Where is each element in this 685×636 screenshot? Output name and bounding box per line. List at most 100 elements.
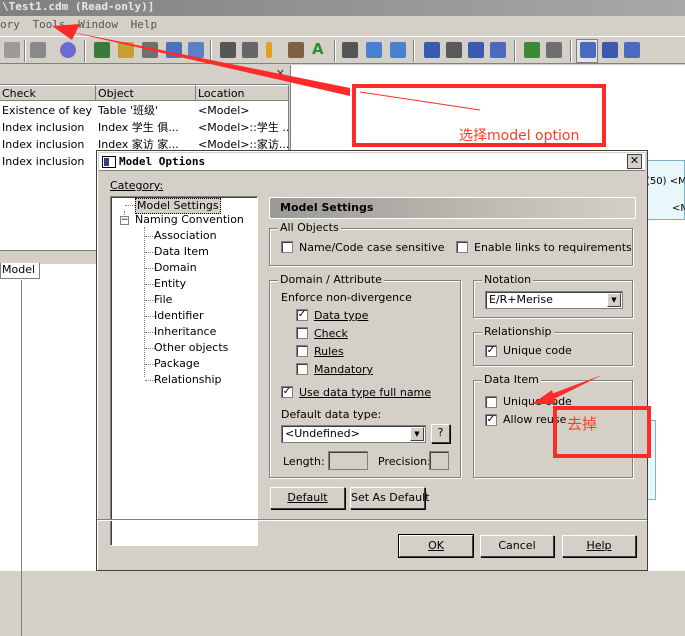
check-label: Check [314,327,348,340]
menu-tools[interactable]: Tools [33,18,66,31]
dialog-icon [102,156,116,168]
domain-attribute-label: Domain / Attribute [278,273,384,286]
detail-view-icon[interactable] [446,42,462,58]
relationship-unique-code-label: Unique code [503,344,572,357]
entity-attribute: <M [672,203,685,214]
chevron-down-icon[interactable]: ▼ [410,427,424,441]
tree-item-other-objects[interactable]: Other objects [154,341,228,355]
window-icon[interactable] [546,42,562,58]
rules-label: Rules [314,345,344,358]
length-input[interactable] [328,451,368,470]
dialog-title-bar[interactable]: Model Options ✕ [99,153,645,171]
tab-model[interactable]: Model [0,263,40,279]
link-icon[interactable] [288,42,304,58]
redo-icon[interactable] [4,42,20,58]
font-color-icon[interactable]: A [312,40,324,58]
default-button[interactable]: Default [270,487,345,509]
set-as-default-button[interactable]: Set As Default [350,487,430,509]
data-type-label: Data type [314,309,369,322]
print-icon[interactable] [142,42,158,58]
section-title: Model Settings [269,197,636,219]
enable-links-checkbox[interactable] [456,241,468,253]
edit-icon[interactable] [188,42,204,58]
chart-icon[interactable] [524,42,540,58]
tree-item-domain[interactable]: Domain [154,261,197,275]
dialog-title: Model Options [119,155,206,168]
tree-item-data-item[interactable]: Data Item [154,245,209,259]
relationship-unique-code-checkbox[interactable]: ✓ [485,345,497,357]
tree-item-naming-convention[interactable]: Naming Convention [135,213,244,227]
tree-item-relationship[interactable]: Relationship [154,373,222,387]
enforce-label: Enforce non-divergence [281,291,412,304]
toggle-result-icon[interactable] [624,42,640,58]
menu-help[interactable]: Help [131,18,158,31]
arrow-right-icon[interactable] [390,42,406,58]
data-type-checkbox[interactable]: ✓ [296,309,308,321]
default-type-select[interactable]: <Undefined> ▼ [281,425,426,443]
relationship-label: Relationship [482,325,554,338]
table-row[interactable]: Existence of key Table '班级' <Model> [0,102,289,119]
ok-button[interactable]: OK [398,534,474,558]
full-name-checkbox[interactable]: ✓ [281,386,293,398]
allow-reuse-checkbox[interactable]: ✓ [485,414,497,426]
help-type-button[interactable]: ? [431,424,450,443]
entity-attribute: (50) <M [646,176,685,187]
table-row[interactable]: Index inclusion Index 学生 俱... <Model>::学… [0,119,289,136]
tree-item-entity[interactable]: Entity [154,277,186,291]
menu-window[interactable]: Window [78,18,118,31]
tree-item-model-settings[interactable]: Model Settings [135,198,221,214]
chevron-down-icon[interactable]: ▼ [607,293,621,307]
tree-item-package[interactable]: Package [154,357,200,371]
image-icon[interactable] [166,42,182,58]
notation-label: Notation [482,273,534,286]
enable-links-label: Enable links to requirements [474,241,632,254]
mandatory-checkbox[interactable] [296,363,308,375]
shape-icon[interactable] [220,42,236,58]
notation-value: E/R+Merise [489,293,553,306]
arrow-left-icon[interactable] [366,42,382,58]
length-label: Length: [283,455,325,468]
toolbar: A [0,36,685,64]
toggle-output-icon[interactable] [602,42,618,58]
data-item-label: Data Item [482,373,541,386]
list-view-icon[interactable] [424,42,440,58]
precision-input[interactable] [429,451,449,470]
annotation-note: 选择model option [459,128,580,144]
package-icon[interactable] [118,42,134,58]
pencil-icon[interactable] [266,42,272,58]
rules-checkbox[interactable] [296,345,308,357]
mandatory-label: Mandatory [314,363,374,376]
column-check[interactable]: Check [0,85,96,101]
cancel-button[interactable]: Cancel [480,535,554,557]
default-type-label: Default data type: [281,408,382,421]
help-button[interactable]: Help [562,535,636,557]
notation-select[interactable]: E/R+Merise ▼ [485,291,623,309]
tree-item-association[interactable]: Association [154,229,217,243]
close-icon[interactable]: ✕ [276,67,285,80]
entity-icon[interactable] [342,42,358,58]
report-icon[interactable] [468,42,484,58]
name-code-case-label: Name/Code case sensitive [299,241,445,254]
toggle-browser-icon[interactable] [580,42,596,58]
tree-item-file[interactable]: File [154,293,172,307]
model-icon[interactable] [60,42,76,58]
tree-item-identifier[interactable]: Identifier [154,309,204,323]
tree-item-inheritance[interactable]: Inheritance [154,325,216,339]
column-location[interactable]: Location [196,85,289,101]
table-icon[interactable] [490,42,506,58]
precision-label: Precision: [378,455,431,468]
full-name-label: Use data type full name [299,386,432,399]
collapse-icon[interactable]: − [120,216,129,225]
data-item-unique-code-checkbox[interactable] [485,396,497,408]
window-title: \Test1.cdm (Read-only)] [0,0,685,16]
name-code-case-checkbox[interactable] [281,241,293,253]
format-icon[interactable] [242,42,258,58]
model-options-dialog: Model Options ✕ Category: Model Settings… [96,150,648,571]
column-object[interactable]: Object [96,85,196,101]
menu-history[interactable]: ory [0,18,20,31]
export-icon[interactable] [30,42,46,58]
check-checkbox[interactable] [296,327,308,339]
close-icon[interactable]: ✕ [627,154,642,169]
category-tree[interactable]: Model Settings − Naming Convention Assoc… [110,196,258,546]
folder-icon[interactable] [94,42,110,58]
